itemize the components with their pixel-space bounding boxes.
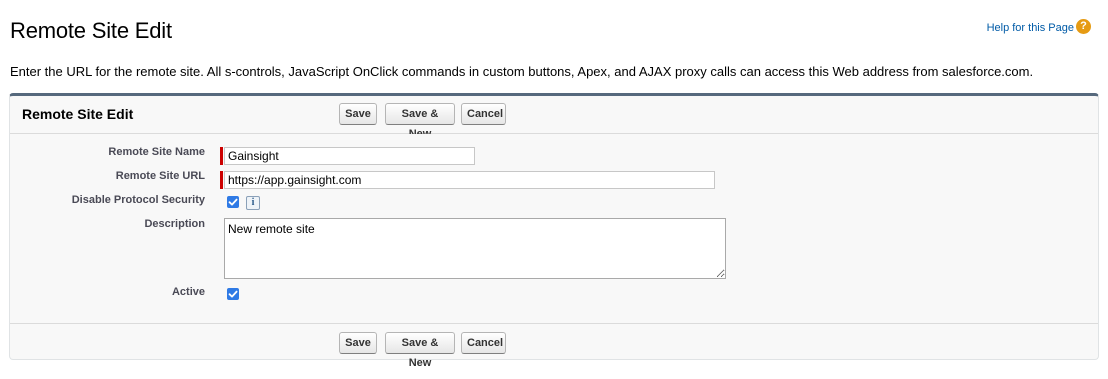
description-label: Description <box>144 218 205 230</box>
help-link[interactable]: Help for this Page <box>987 22 1074 34</box>
disable-protocol-security-checkbox[interactable] <box>227 196 239 208</box>
checkmark-icon <box>228 198 238 206</box>
panel-header: Remote Site Edit Save Save & New Cancel <box>10 96 1098 140</box>
remote-site-url-input[interactable] <box>224 171 715 189</box>
remote-site-url-label: Remote Site URL <box>115 170 205 182</box>
save-new-button-top[interactable]: Save & New <box>385 103 455 140</box>
remote-site-name-input[interactable] <box>224 147 475 165</box>
panel-title: Remote Site Edit <box>22 106 134 122</box>
required-indicator <box>220 147 223 165</box>
required-indicator <box>220 171 223 189</box>
active-label: Active <box>171 286 205 298</box>
remote-site-name-label: Remote Site Name <box>108 146 205 158</box>
form-body: Remote Site Name Remote Site URL Disable… <box>10 134 1098 324</box>
save-button-bottom[interactable]: Save <box>339 332 377 354</box>
cancel-button-top[interactable]: Cancel <box>461 103 506 125</box>
save-button-top[interactable]: Save <box>339 103 377 125</box>
intro-text: Enter the URL for the remote site. All s… <box>10 64 1034 79</box>
active-checkbox[interactable] <box>227 288 239 300</box>
cancel-button-bottom[interactable]: Cancel <box>461 332 506 354</box>
info-icon[interactable]: i <box>246 196 260 210</box>
save-new-button-bottom[interactable]: Save & New <box>385 332 455 369</box>
question-icon[interactable]: ? <box>1076 19 1091 34</box>
description-textarea[interactable]: New remote site <box>224 218 726 279</box>
page-title: Remote Site Edit <box>10 18 172 43</box>
disable-protocol-security-label: Disable Protocol Security <box>71 194 205 206</box>
edit-panel: Remote Site Edit Save Save & New Cancel … <box>9 93 1099 369</box>
checkmark-icon <box>228 290 238 298</box>
